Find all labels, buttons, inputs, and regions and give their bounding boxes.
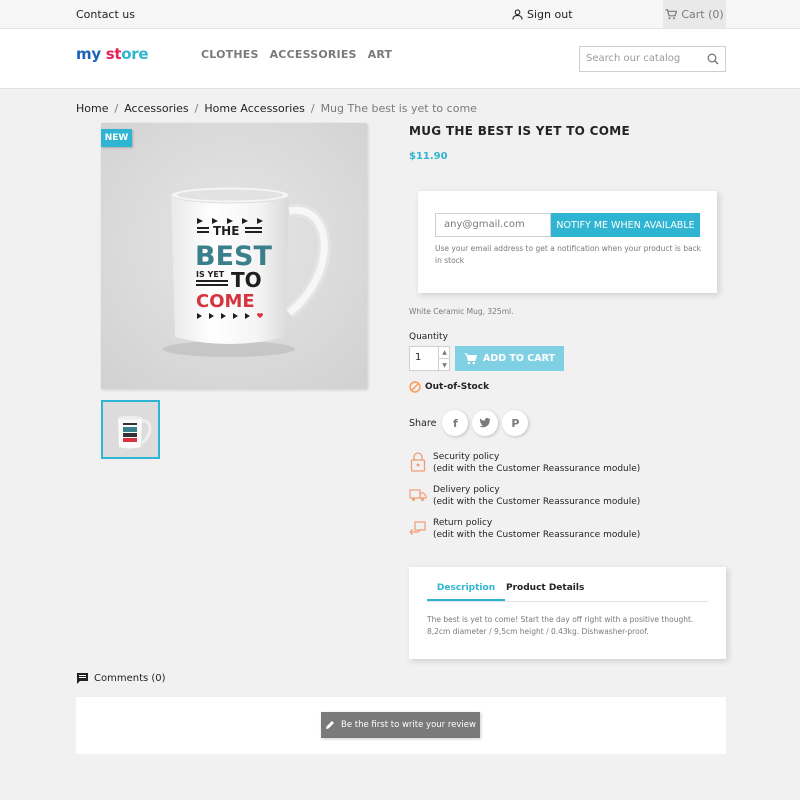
- comments-header: Comments (0): [76, 672, 166, 684]
- facebook-icon[interactable]: f: [442, 410, 469, 436]
- pinterest-icon[interactable]: P: [502, 410, 529, 436]
- breadcrumb-home[interactable]: Home: [76, 102, 108, 115]
- notify-help-text: Use your email address to get a notifica…: [435, 244, 702, 265]
- description-text: The best is yet to come! Start the day o…: [427, 615, 694, 636]
- mug-text-to: TO: [231, 268, 262, 292]
- breadcrumb-current: Mug The best is yet to come: [320, 102, 477, 115]
- search-input[interactable]: Search our catalog: [579, 46, 726, 72]
- cart-icon: [464, 352, 477, 364]
- pencil-icon: [326, 721, 335, 729]
- main-nav: CLOTHES ACCESSORIES ART: [201, 48, 392, 61]
- notify-email-field[interactable]: any@gmail.com: [435, 213, 551, 237]
- product-price: $11.90: [409, 151, 448, 162]
- nav-art[interactable]: ART: [368, 48, 393, 61]
- header: my store CLOTHES ACCESSORIES ART Search …: [0, 29, 800, 89]
- twitter-icon[interactable]: [472, 410, 499, 436]
- quantity-stepper[interactable]: 1 ▲ ▼: [409, 346, 450, 371]
- breadcrumb-accessories[interactable]: Accessories: [124, 102, 188, 115]
- mug-illustration: THE BEST IS YET TO COME: [101, 123, 367, 389]
- reassurance-return-title: Return policy: [433, 518, 493, 528]
- breadcrumb: Home / Accessories / Home Accessories / …: [76, 102, 477, 115]
- stock-status: Out-of-Stock: [409, 381, 489, 393]
- product-thumbnail[interactable]: [101, 400, 160, 459]
- share-row: Share f P: [409, 410, 529, 436]
- search-placeholder: Search our catalog: [586, 53, 681, 64]
- sign-out-label: Sign out: [527, 8, 573, 21]
- notify-me-button[interactable]: NOTIFY ME WHEN AVAILABLE: [551, 213, 700, 237]
- chevron-down-icon[interactable]: ▼: [438, 359, 450, 371]
- breadcrumb-home-accessories[interactable]: Home Accessories: [204, 102, 304, 115]
- quantity-value: 1: [415, 352, 422, 363]
- write-review-label: Be the first to write your review: [341, 720, 476, 730]
- nav-clothes[interactable]: CLOTHES: [201, 48, 259, 61]
- return-icon: [409, 517, 427, 539]
- product-title: MUG THE BEST IS YET TO COME: [409, 124, 631, 138]
- reassurance-security-sub: (edit with the Customer Reassurance modu…: [433, 464, 641, 474]
- reassurance-delivery: Delivery policy (edit with the Customer …: [409, 484, 640, 508]
- store-logo[interactable]: my store: [76, 45, 149, 63]
- product-tabs: Description Product Details The best is …: [409, 567, 726, 659]
- review-box: Be the first to write your review: [76, 697, 726, 754]
- comment-icon: [77, 673, 88, 684]
- tab-product-details[interactable]: Product Details: [506, 583, 584, 593]
- add-to-cart-button[interactable]: ADD TO CART: [455, 346, 564, 371]
- lock-icon: [409, 451, 427, 473]
- reassurance-delivery-title: Delivery policy: [433, 485, 500, 495]
- share-label: Share: [409, 417, 437, 429]
- tab-description[interactable]: Description: [427, 583, 505, 601]
- cart-icon: [665, 8, 678, 19]
- search-icon[interactable]: [707, 53, 719, 65]
- out-of-stock-icon: [409, 381, 421, 393]
- short-description: White Ceramic Mug, 325ml.: [409, 307, 514, 316]
- quantity-label: Quantity: [409, 332, 448, 342]
- contact-us-link[interactable]: Contact us: [76, 8, 135, 21]
- breadcrumb-separator: /: [114, 102, 119, 115]
- user-icon: [512, 9, 523, 20]
- mug-text-isyet: IS YET: [196, 270, 225, 279]
- mug-text-the: THE: [213, 224, 239, 238]
- thumbnail-mug-image: [103, 402, 158, 457]
- notify-box: any@gmail.com NOTIFY ME WHEN AVAILABLE U…: [418, 191, 717, 293]
- comments-label: Comments (0): [94, 672, 166, 684]
- mug-text-come: COME: [196, 291, 255, 312]
- write-review-button[interactable]: Be the first to write your review: [321, 712, 480, 738]
- product-main-image[interactable]: THE BEST IS YET TO COME: [101, 123, 367, 389]
- reassurance-return: Return policy (edit with the Customer Re…: [409, 517, 640, 541]
- reassurance-security: Security policy (edit with the Customer …: [409, 451, 640, 475]
- add-to-cart-label: ADD TO CART: [483, 353, 555, 364]
- breadcrumb-separator: /: [310, 102, 315, 115]
- chevron-up-icon[interactable]: ▲: [438, 347, 450, 359]
- nav-accessories[interactable]: ACCESSORIES: [270, 48, 357, 61]
- reassurance-return-sub: (edit with the Customer Reassurance modu…: [433, 530, 641, 540]
- breadcrumb-separator: /: [194, 102, 199, 115]
- truck-icon: [409, 484, 427, 506]
- new-badge: NEW: [101, 129, 132, 147]
- top-bar: Contact us Sign out Cart (0): [0, 0, 800, 29]
- tab-divider: [427, 601, 708, 602]
- cart-button[interactable]: Cart (0): [663, 0, 726, 28]
- stock-label: Out-of-Stock: [425, 382, 490, 392]
- cart-label: Cart (0): [681, 7, 724, 21]
- sign-out-link[interactable]: Sign out: [512, 8, 573, 21]
- reassurance-delivery-sub: (edit with the Customer Reassurance modu…: [433, 497, 641, 507]
- reassurance-security-title: Security policy: [433, 452, 500, 462]
